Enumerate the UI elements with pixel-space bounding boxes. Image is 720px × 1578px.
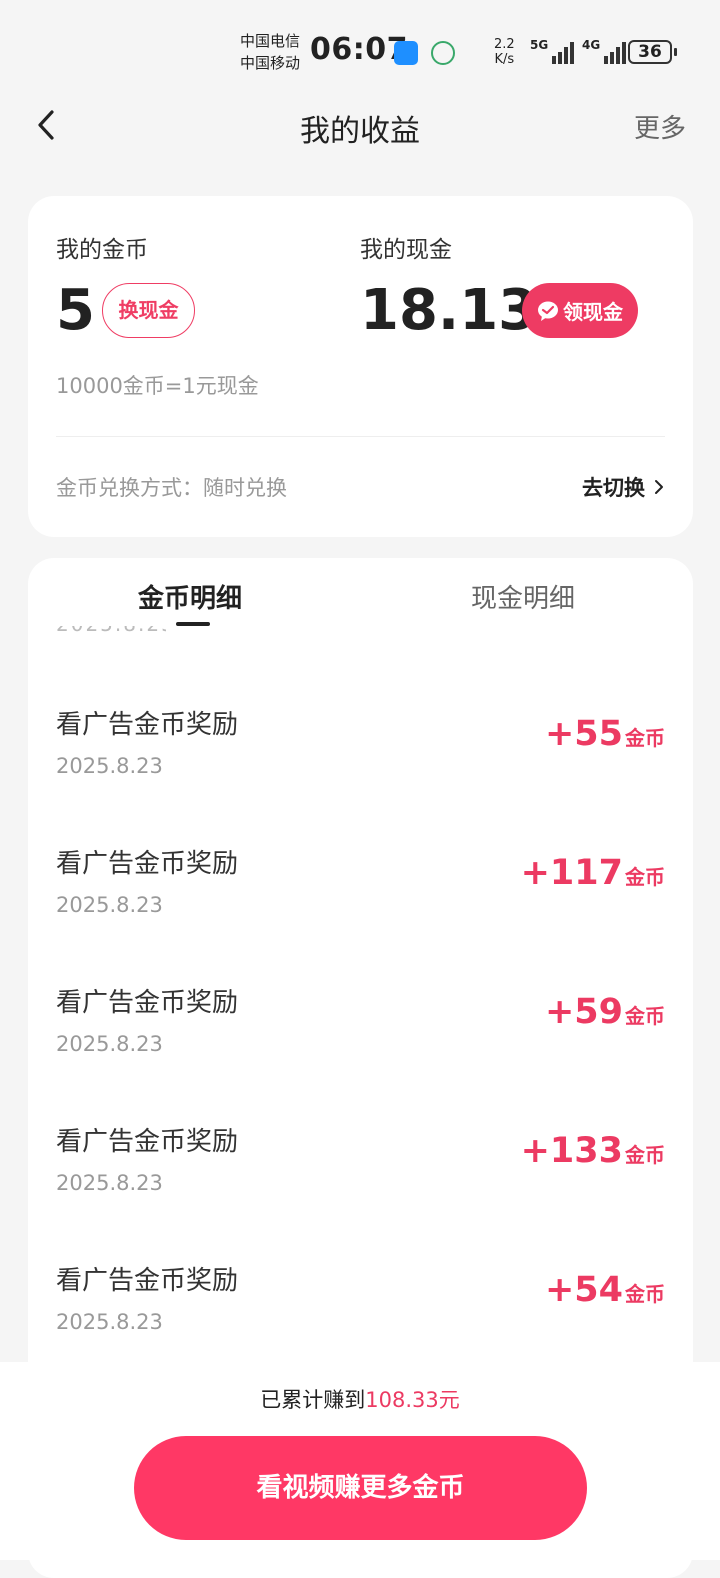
record-title: 看广告金币奖励 (56, 849, 239, 879)
signal-5g-icon: 5G (530, 38, 575, 64)
watch-video-button[interactable]: 看视频赚更多金币 (134, 1436, 587, 1540)
carrier-1: 中国电信 (240, 32, 301, 50)
status-bar: 中国电信 中国移动 06:07 2.2 K/s 5G 4G 36 (0, 0, 720, 90)
clipped-date-text: 2025.8.23 (56, 626, 166, 634)
record-amount-value: +117 (520, 853, 623, 893)
signal-5g-label: 5G (530, 38, 549, 52)
record-amount-unit: 金币 (625, 1004, 665, 1028)
bottom-bar: 已累计赚到108.33元 看视频赚更多金币 (0, 1362, 720, 1560)
record-title: 看广告金币奖励 (56, 1266, 239, 1296)
chevron-right-icon (655, 480, 663, 494)
record-date: 2025.8.23 (56, 754, 163, 778)
record-amount: +117 金币 (521, 853, 665, 893)
record-amount-unit: 金币 (625, 726, 665, 750)
carrier-names: 中国电信 中国移动 (240, 30, 300, 74)
gold-balance: 5 (56, 278, 95, 343)
earnings-summary-card: 我的金币 我的现金 5 换现金 18.13 领现金 10000金币=1元现金 金… (28, 196, 693, 537)
cash-balance: 18.13 (360, 278, 538, 343)
record-amount-unit: 金币 (625, 1143, 665, 1167)
exchange-rate: 10000金币=1元现金 (56, 374, 259, 398)
record-amount-unit: 金币 (625, 1282, 665, 1306)
record-date: 2025.8.23 (56, 1171, 163, 1195)
total-earned-value: 108.33元 (365, 1388, 460, 1412)
claim-cash-button[interactable]: 领现金 (522, 283, 638, 338)
record-amount-value: +59 (544, 992, 623, 1032)
tab-gold-details[interactable]: 金币明细 (138, 578, 242, 615)
record-amount: +133 金币 (521, 1131, 665, 1171)
claim-cash-label: 领现金 (563, 300, 623, 324)
divider (56, 436, 665, 437)
record-amount: +55 金币 (545, 714, 665, 754)
record-date: 2025.8.23 (56, 893, 163, 917)
carrier-2: 中国移动 (240, 54, 301, 72)
page-title: 我的收益 (300, 114, 420, 149)
exchange-cash-button[interactable]: 换现金 (102, 283, 195, 338)
record-amount-value: +54 (544, 1270, 623, 1310)
record-amount: +59 金币 (545, 992, 665, 1032)
list-item[interactable]: 看广告金币奖励 2025.8.23 +133 金币 (28, 1121, 693, 1260)
record-amount-value: +55 (544, 714, 623, 754)
network-speed-unit: K/s (494, 52, 515, 67)
gold-label: 我的金币 (56, 237, 148, 263)
record-amount-value: +133 (520, 1131, 623, 1171)
switch-method-button[interactable]: 去切换 (582, 472, 665, 502)
list-item[interactable]: 看广告金币奖励 2025.8.23 +117 金币 (28, 843, 693, 982)
notification-bank-icon (431, 41, 455, 65)
total-earned-prefix: 已累计赚到 (260, 1388, 366, 1412)
list-item[interactable]: 看广告金币奖励 2025.8.23 +55 金币 (28, 704, 693, 843)
notification-app-icon (394, 41, 418, 65)
total-earned: 已累计赚到108.33元 (0, 1384, 720, 1414)
network-speed-value: 2.2 (494, 37, 515, 52)
record-amount: +54 金币 (545, 1270, 665, 1310)
wechat-icon (537, 300, 559, 322)
network-speed: 2.2 K/s (494, 37, 515, 67)
list-item[interactable]: 看广告金币奖励 2025.8.23 +59 金币 (28, 982, 693, 1121)
cash-label: 我的现金 (360, 237, 452, 263)
app-header: 我的收益 更多 (0, 90, 720, 160)
record-title: 看广告金币奖励 (56, 988, 239, 1018)
record-date: 2025.8.23 (56, 1032, 163, 1056)
record-date: 2025.8.23 (56, 1310, 163, 1334)
more-button[interactable]: 更多 (634, 108, 686, 145)
switch-method-label: 去切换 (582, 476, 645, 500)
signal-4g-label: 4G (582, 38, 601, 52)
exchange-method: 金币兑换方式：随时兑换 (56, 476, 287, 500)
record-title: 看广告金币奖励 (56, 1127, 239, 1157)
tab-cash-details[interactable]: 现金明细 (471, 578, 575, 615)
record-amount-unit: 金币 (625, 865, 665, 889)
active-tab-indicator (176, 622, 210, 626)
record-title: 看广告金币奖励 (56, 710, 239, 740)
signal-4g-icon: 4G (582, 38, 627, 64)
clipped-previous-date: 2025.8.23 (56, 626, 166, 634)
battery-icon: 36 (628, 40, 677, 64)
